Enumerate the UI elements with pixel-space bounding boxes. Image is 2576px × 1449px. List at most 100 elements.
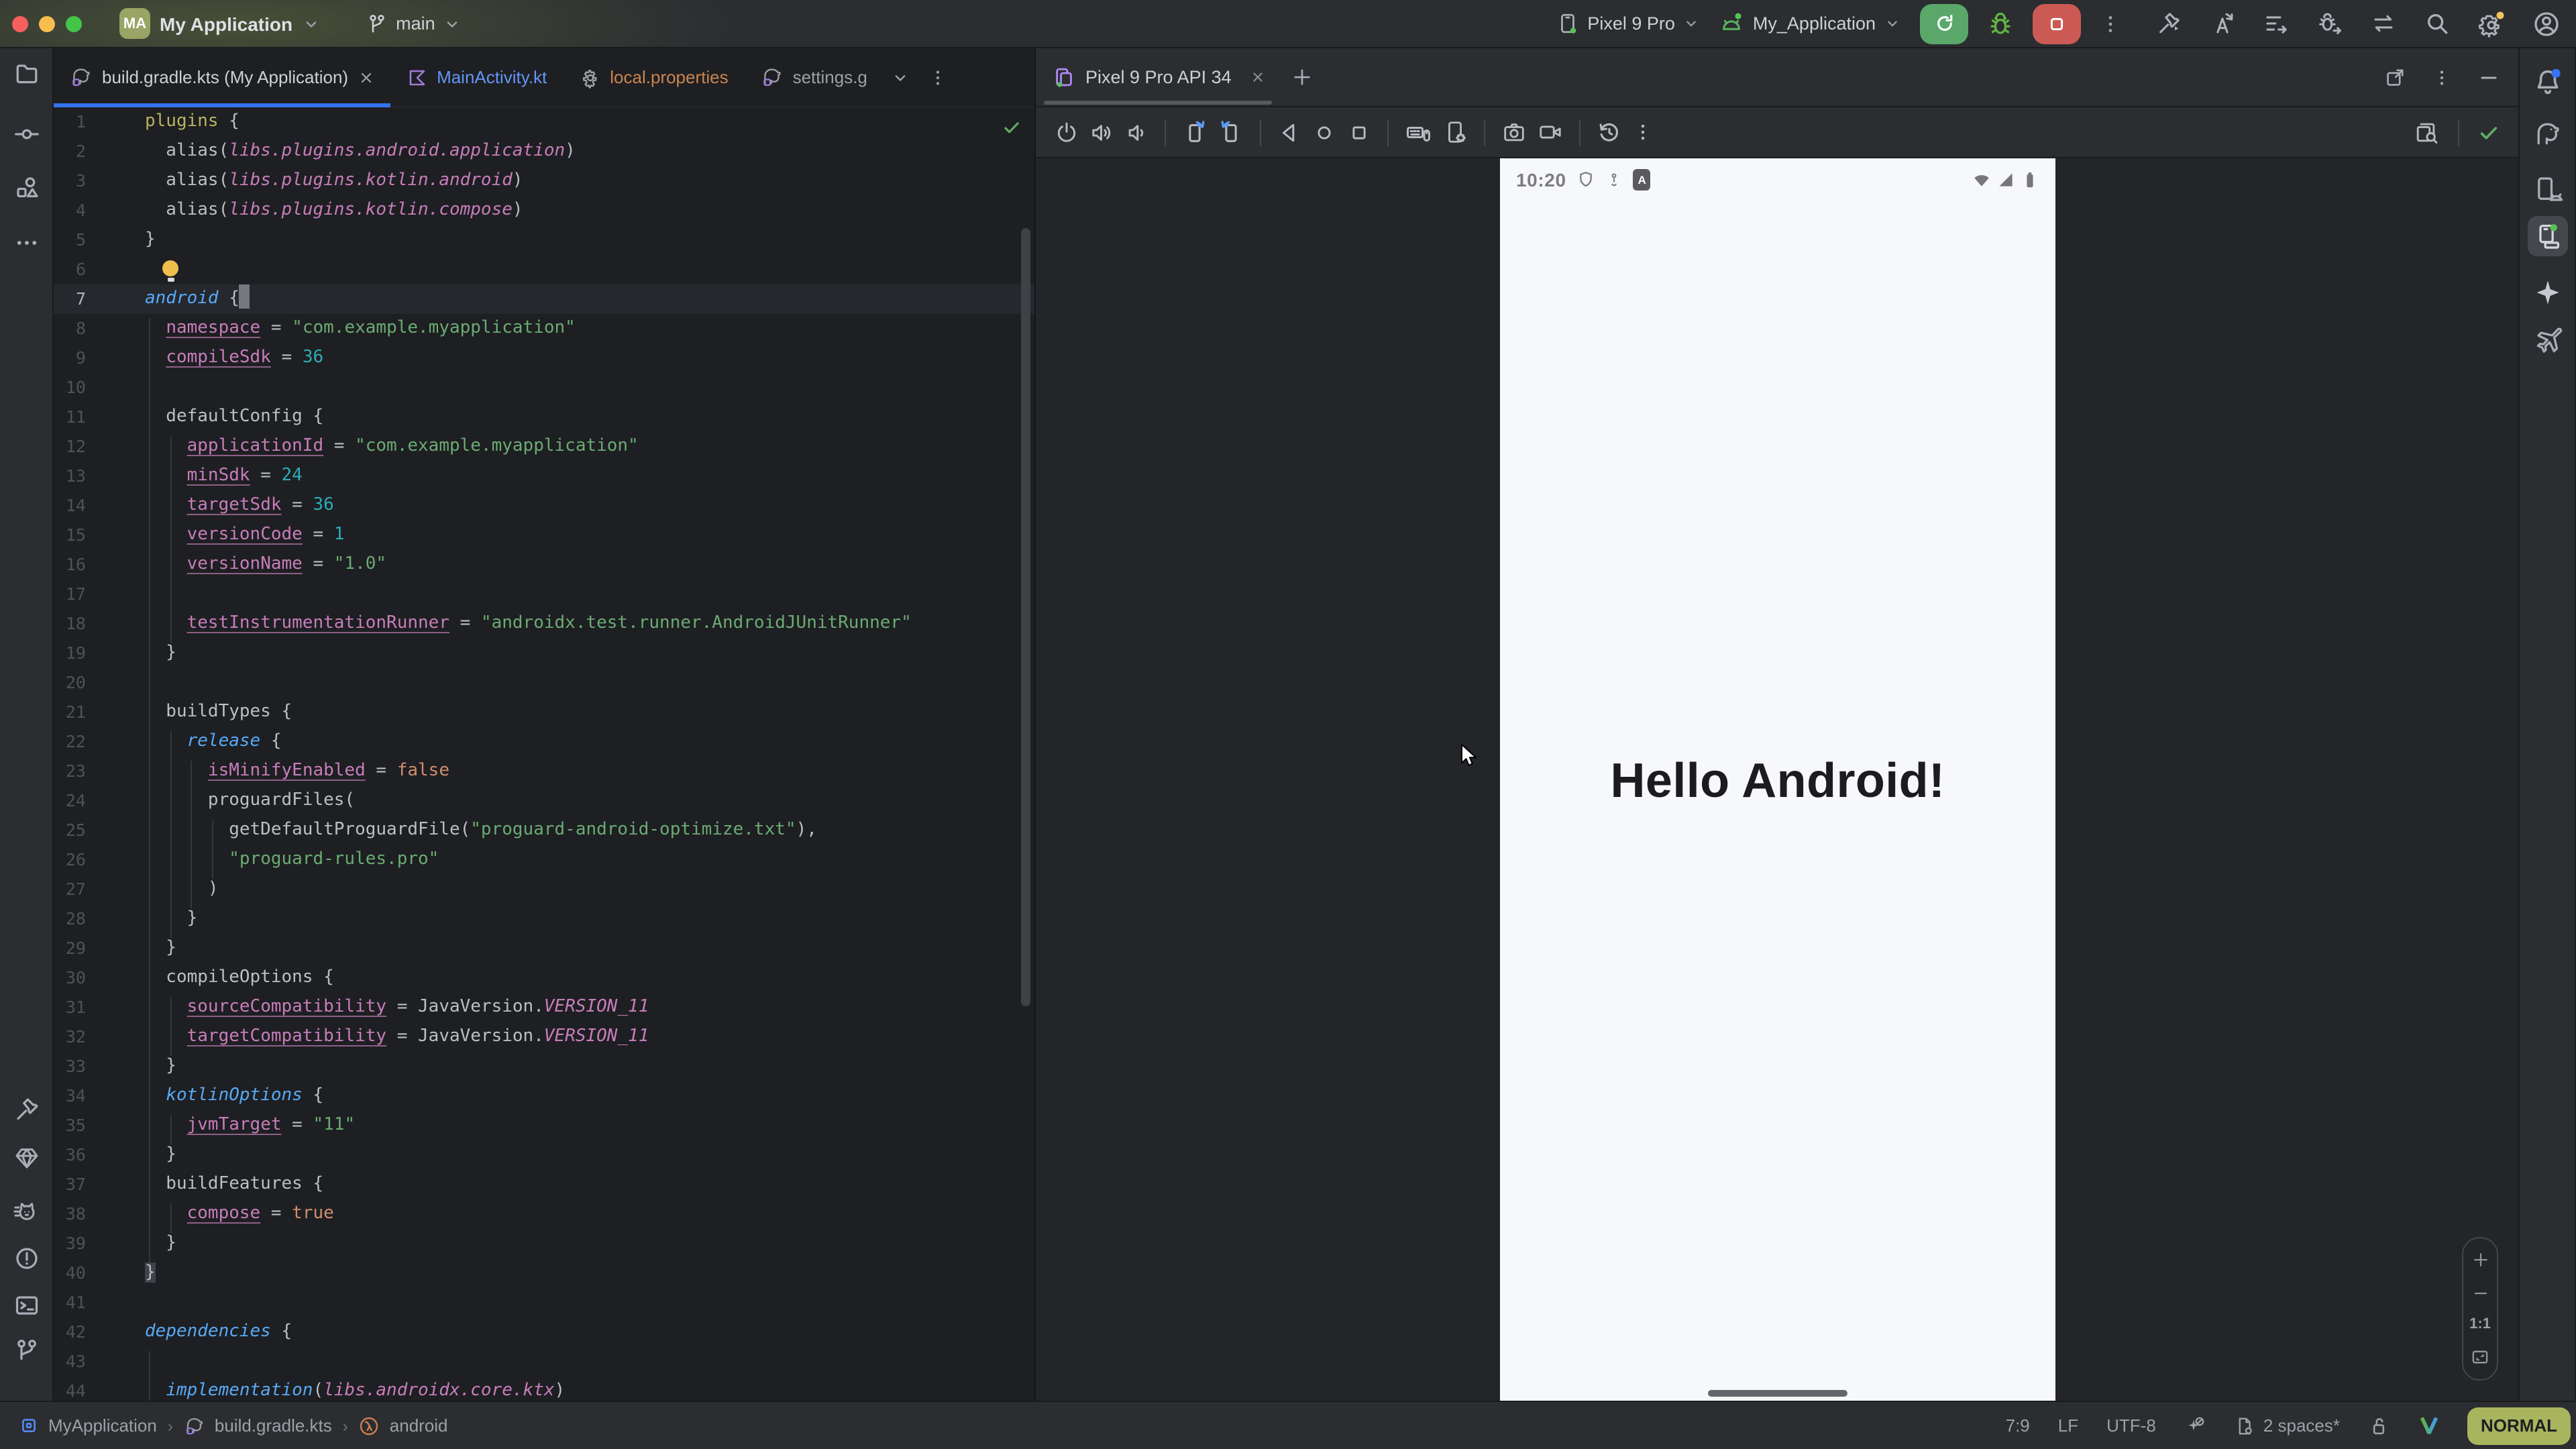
- code-line[interactable]: 9 compileSdk = 36: [54, 343, 1034, 373]
- gemini-gem-icon[interactable]: [10, 1142, 42, 1174]
- code-line[interactable]: 13 minSdk = 24: [54, 462, 1034, 491]
- device-selector[interactable]: Pixel 9 Pro: [1556, 12, 1701, 35]
- ai-assistant-disabled-icon[interactable]: [2178, 1415, 2212, 1436]
- toolbar-kebab-icon[interactable]: [1633, 122, 1653, 142]
- line-number[interactable]: 4: [54, 196, 86, 225]
- line-number[interactable]: 35: [54, 1111, 86, 1140]
- line-number[interactable]: 41: [54, 1288, 86, 1318]
- line-number[interactable]: 32: [54, 1022, 86, 1052]
- intention-bulb-icon[interactable]: [162, 260, 178, 276]
- more-actions-kebab-icon[interactable]: [2100, 13, 2121, 34]
- android-home-icon[interactable]: [1312, 120, 1336, 144]
- line-number[interactable]: 5: [54, 225, 86, 255]
- breadcrumb-file[interactable]: build.gradle.kts: [184, 1415, 332, 1436]
- code-line[interactable]: 37 buildFeatures {: [54, 1170, 1034, 1199]
- line-number[interactable]: 26: [54, 845, 86, 875]
- line-number[interactable]: 14: [54, 491, 86, 521]
- code-line[interactable]: 31 sourceCompatibility = JavaVersion.VER…: [54, 993, 1034, 1022]
- code-line[interactable]: 44 implementation(libs.androidx.core.ktx…: [54, 1377, 1034, 1401]
- close-tab-icon[interactable]: [358, 69, 374, 85]
- gemini-sparkle-icon[interactable]: [2531, 276, 2563, 309]
- power-button-icon[interactable]: [1055, 120, 1079, 144]
- code-line[interactable]: 32 targetCompatibility = JavaVersion.VER…: [54, 1022, 1034, 1052]
- device-manager-icon[interactable]: [2531, 173, 2563, 205]
- version-control-tool-icon[interactable]: [10, 1335, 42, 1367]
- code-line[interactable]: 34 kotlinOptions {: [54, 1081, 1034, 1111]
- code-line[interactable]: 30 compileOptions {: [54, 963, 1034, 993]
- line-number[interactable]: 8: [54, 314, 86, 343]
- zoom-window-button[interactable]: [66, 15, 82, 32]
- device-tabs-scrollbar[interactable]: [1044, 101, 1272, 105]
- code-line[interactable]: 16 versionName = "1.0": [54, 550, 1034, 580]
- line-number[interactable]: 29: [54, 934, 86, 963]
- tab-settings-gradle[interactable]: settings.g: [745, 48, 883, 106]
- ideavim-icon[interactable]: [2411, 1414, 2447, 1437]
- line-number[interactable]: 7: [54, 284, 86, 314]
- line-number[interactable]: 9: [54, 343, 86, 373]
- screen-record-icon[interactable]: [1538, 119, 1563, 145]
- build-icon[interactable]: [2156, 11, 2182, 36]
- line-number[interactable]: 16: [54, 550, 86, 580]
- code-line[interactable]: 19 }: [54, 639, 1034, 668]
- tab-mainactivity[interactable]: MainActivity.kt: [390, 48, 563, 106]
- code-line[interactable]: 38 compose = true: [54, 1199, 1034, 1229]
- rotate-right-icon[interactable]: [1218, 119, 1244, 145]
- line-number[interactable]: 18: [54, 609, 86, 639]
- line-number[interactable]: 12: [54, 432, 86, 462]
- code-line[interactable]: 12 applicationId = "com.example.myapplic…: [54, 432, 1034, 462]
- indent-widget[interactable]: 2 spaces*: [2227, 1415, 2347, 1436]
- project-tool-icon[interactable]: [10, 58, 42, 90]
- line-number[interactable]: 11: [54, 402, 86, 432]
- open-in-new-window-icon[interactable]: [2384, 66, 2406, 88]
- line-number[interactable]: 15: [54, 521, 86, 550]
- device-check-icon[interactable]: [2478, 121, 2500, 143]
- code-line[interactable]: 21 buildTypes {: [54, 698, 1034, 727]
- line-number[interactable]: 6: [54, 255, 86, 284]
- line-number[interactable]: 1: [54, 107, 86, 137]
- line-number[interactable]: 3: [54, 166, 86, 196]
- build-tool-icon[interactable]: [10, 1093, 42, 1126]
- code-line[interactable]: 7android {: [54, 284, 1034, 314]
- gesture-navigation-bar[interactable]: [1708, 1390, 1847, 1397]
- code-line[interactable]: 35 jvmTarget = "11": [54, 1111, 1034, 1140]
- code-line[interactable]: 18 testInstrumentationRunner = "androidx…: [54, 609, 1034, 639]
- encoding-widget[interactable]: UTF-8: [2100, 1415, 2163, 1436]
- code-line[interactable]: 22 release {: [54, 727, 1034, 757]
- debug-button[interactable]: [1987, 10, 2014, 37]
- close-tab-icon[interactable]: [1250, 70, 1265, 85]
- code-line[interactable]: 29 }: [54, 934, 1034, 963]
- code-line[interactable]: 10: [54, 373, 1034, 402]
- line-number[interactable]: 13: [54, 462, 86, 491]
- code-line[interactable]: 24 proguardFiles(: [54, 786, 1034, 816]
- rerun-button[interactable]: [1920, 3, 1968, 44]
- code-line[interactable]: 23 isMinifyEnabled = false: [54, 757, 1034, 786]
- code-line[interactable]: 26 "proguard-rules.pro": [54, 845, 1034, 875]
- line-number[interactable]: 40: [54, 1258, 86, 1288]
- line-number[interactable]: 31: [54, 993, 86, 1022]
- resource-manager-icon[interactable]: [10, 172, 42, 204]
- more-tool-windows-icon[interactable]: [10, 227, 42, 259]
- caret-position-widget[interactable]: 7:9: [1999, 1415, 2037, 1436]
- line-number[interactable]: 44: [54, 1377, 86, 1401]
- code-line[interactable]: 43: [54, 1347, 1034, 1377]
- running-devices-icon[interactable]: [2527, 216, 2567, 256]
- zoom-actual-size[interactable]: 1:1: [2469, 1317, 2491, 1333]
- line-number[interactable]: 19: [54, 639, 86, 668]
- zoom-to-fit-icon[interactable]: [2470, 1347, 2490, 1367]
- search-everywhere-icon[interactable]: [2424, 11, 2450, 36]
- code-line[interactable]: 40}: [54, 1258, 1034, 1288]
- line-number[interactable]: 27: [54, 875, 86, 904]
- line-number[interactable]: 28: [54, 904, 86, 934]
- line-number[interactable]: 25: [54, 816, 86, 845]
- add-device-tab-icon[interactable]: [1292, 67, 1312, 87]
- run-configuration-selector[interactable]: My_Application: [1719, 11, 1901, 36]
- line-number[interactable]: 17: [54, 580, 86, 609]
- line-number[interactable]: 10: [54, 373, 86, 402]
- tab-build-gradle[interactable]: build.gradle.kts (My Application): [54, 48, 390, 106]
- editor-scrollbar[interactable]: [1021, 228, 1030, 1006]
- attach-debugger-icon[interactable]: [2317, 11, 2343, 36]
- code-line[interactable]: 8 namespace = "com.example.myapplication…: [54, 314, 1034, 343]
- code-line[interactable]: 33 }: [54, 1052, 1034, 1081]
- line-number[interactable]: 20: [54, 668, 86, 698]
- device-tab[interactable]: Pixel 9 Pro API 34: [1036, 48, 1281, 106]
